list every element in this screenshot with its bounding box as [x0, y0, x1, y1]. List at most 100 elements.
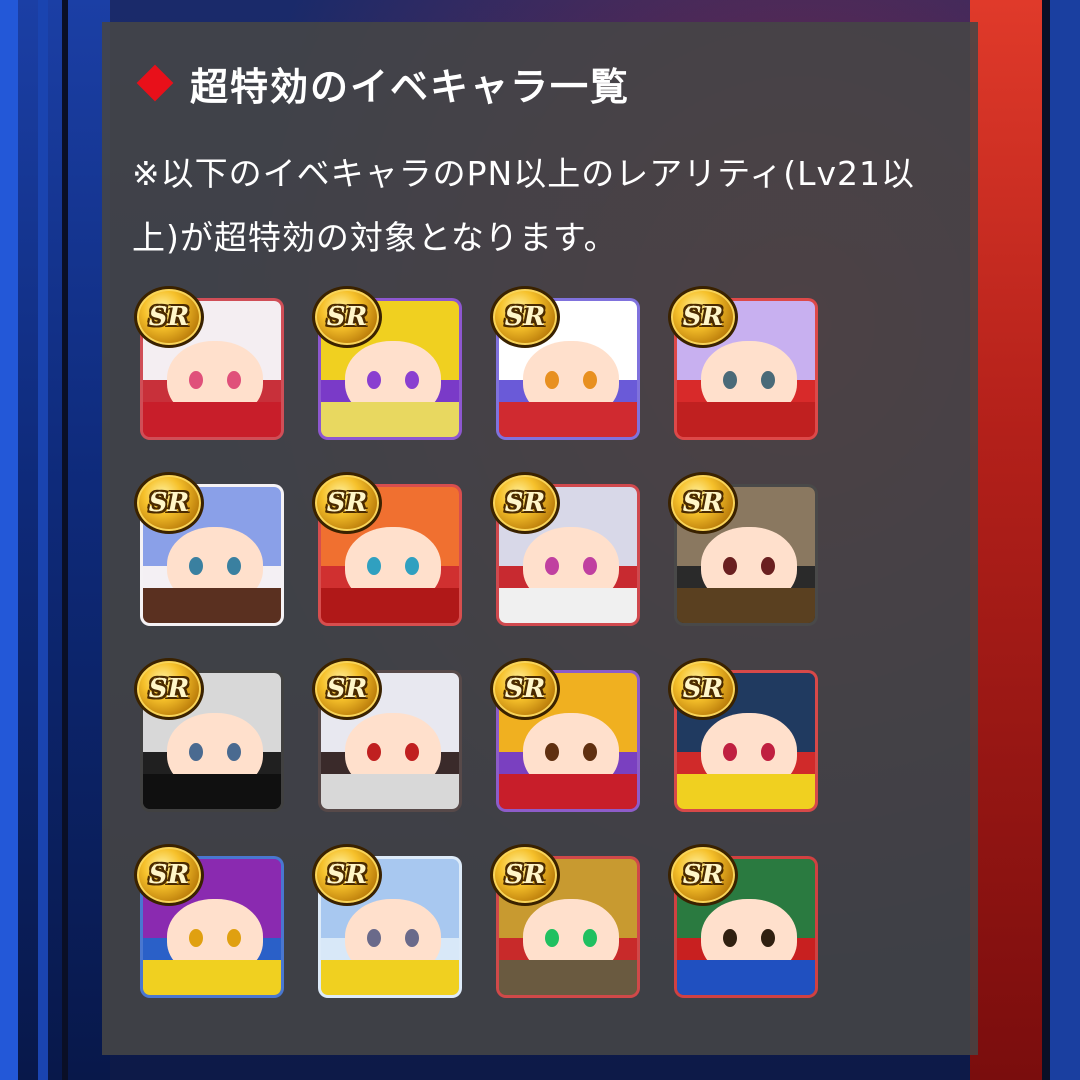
portrait-eye-left	[189, 929, 203, 947]
portrait-body	[143, 587, 281, 623]
background-right-stripes	[970, 0, 1080, 1080]
portrait-eye-right	[583, 557, 597, 575]
portrait-eye-right	[761, 557, 775, 575]
portrait-eye-left	[545, 557, 559, 575]
portrait-body	[677, 773, 815, 809]
sr-rarity-badge-icon: SR	[668, 286, 738, 348]
rarity-label: SR	[148, 674, 190, 704]
rarity-label: SR	[148, 488, 190, 518]
portrait-eye-right	[227, 557, 241, 575]
portrait-eye-left	[189, 743, 203, 761]
rarity-label: SR	[682, 674, 724, 704]
portrait-eye-left	[723, 557, 737, 575]
portrait-body	[499, 773, 637, 809]
sr-rarity-badge-icon: SR	[134, 286, 204, 348]
rarity-label: SR	[504, 860, 546, 890]
portrait-eye-left	[723, 371, 737, 389]
character-card[interactable]: SR	[134, 286, 286, 440]
character-card[interactable]: SR	[490, 658, 642, 812]
portrait-eye-right	[227, 371, 241, 389]
portrait-body	[677, 587, 815, 623]
sr-rarity-badge-icon: SR	[668, 658, 738, 720]
portrait-eye-left	[189, 557, 203, 575]
portrait-eye-right	[405, 743, 419, 761]
sr-rarity-badge-icon: SR	[134, 472, 204, 534]
portrait-eye-right	[761, 743, 775, 761]
sr-rarity-badge-icon: SR	[490, 472, 560, 534]
portrait-eye-right	[227, 743, 241, 761]
rarity-label: SR	[504, 674, 546, 704]
sr-rarity-badge-icon: SR	[490, 286, 560, 348]
rarity-label: SR	[148, 302, 190, 332]
diamond-bullet-icon	[136, 64, 174, 102]
rarity-label: SR	[326, 674, 368, 704]
portrait-eye-left	[723, 743, 737, 761]
rarity-label: SR	[326, 488, 368, 518]
portrait-body	[321, 401, 459, 437]
portrait-eye-right	[227, 929, 241, 947]
character-card[interactable]: SR	[490, 844, 642, 998]
portrait-eye-right	[583, 743, 597, 761]
rarity-label: SR	[326, 860, 368, 890]
character-card[interactable]: SR	[134, 472, 286, 626]
character-grid: SR SR SR SR SR SR SR SR SR SR SR SR SR SR SR SR	[134, 286, 838, 998]
background-left-stripes	[0, 0, 110, 1080]
character-card[interactable]: SR	[134, 844, 286, 998]
portrait-eye-left	[367, 557, 381, 575]
note-text: ※以下のイベキャラのPN以上のレアリティ(Lv21以上)が超特効の対象となります…	[132, 154, 916, 257]
character-card[interactable]: SR	[490, 472, 642, 626]
rarity-label: SR	[682, 860, 724, 890]
section-title: 超特効のイベキャラ一覧	[190, 64, 631, 109]
character-card[interactable]: SR	[490, 286, 642, 440]
sr-rarity-badge-icon: SR	[134, 844, 204, 906]
portrait-eye-right	[583, 929, 597, 947]
portrait-eye-right	[405, 929, 419, 947]
portrait-body	[321, 773, 459, 809]
portrait-eye-left	[723, 929, 737, 947]
character-card[interactable]: SR	[312, 472, 464, 626]
character-card[interactable]: SR	[668, 844, 820, 998]
sr-rarity-badge-icon: SR	[668, 472, 738, 534]
portrait-eye-left	[545, 929, 559, 947]
portrait-eye-left	[545, 743, 559, 761]
character-card[interactable]: SR	[312, 658, 464, 812]
portrait-body	[143, 401, 281, 437]
portrait-body	[499, 401, 637, 437]
portrait-eye-right	[761, 929, 775, 947]
rarity-label: SR	[682, 302, 724, 332]
portrait-eye-right	[405, 557, 419, 575]
rarity-label: SR	[682, 488, 724, 518]
rarity-label: SR	[148, 860, 190, 890]
sr-rarity-badge-icon: SR	[490, 658, 560, 720]
portrait-body	[321, 959, 459, 995]
portrait-eye-left	[367, 371, 381, 389]
character-card[interactable]: SR	[668, 658, 820, 812]
portrait-body	[677, 401, 815, 437]
portrait-eye-left	[367, 929, 381, 947]
portrait-eye-left	[189, 371, 203, 389]
portrait-body	[321, 587, 459, 623]
character-card[interactable]: SR	[668, 472, 820, 626]
portrait-body	[499, 959, 637, 995]
sr-rarity-badge-icon: SR	[312, 658, 382, 720]
rarity-label: SR	[504, 302, 546, 332]
sr-rarity-badge-icon: SR	[134, 658, 204, 720]
sr-rarity-badge-icon: SR	[668, 844, 738, 906]
character-card[interactable]: SR	[134, 658, 286, 812]
portrait-body	[677, 959, 815, 995]
sr-rarity-badge-icon: SR	[312, 286, 382, 348]
rarity-label: SR	[326, 302, 368, 332]
section-header: 超特効のイベキャラ一覧	[132, 58, 631, 109]
portrait-eye-left	[367, 743, 381, 761]
sr-rarity-badge-icon: SR	[490, 844, 560, 906]
portrait-eye-left	[545, 371, 559, 389]
character-card[interactable]: SR	[668, 286, 820, 440]
portrait-eye-right	[405, 371, 419, 389]
character-card[interactable]: SR	[312, 286, 464, 440]
sr-rarity-badge-icon: SR	[312, 472, 382, 534]
portrait-body	[143, 959, 281, 995]
portrait-body	[499, 587, 637, 623]
portrait-body	[143, 773, 281, 809]
portrait-eye-right	[761, 371, 775, 389]
character-card[interactable]: SR	[312, 844, 464, 998]
